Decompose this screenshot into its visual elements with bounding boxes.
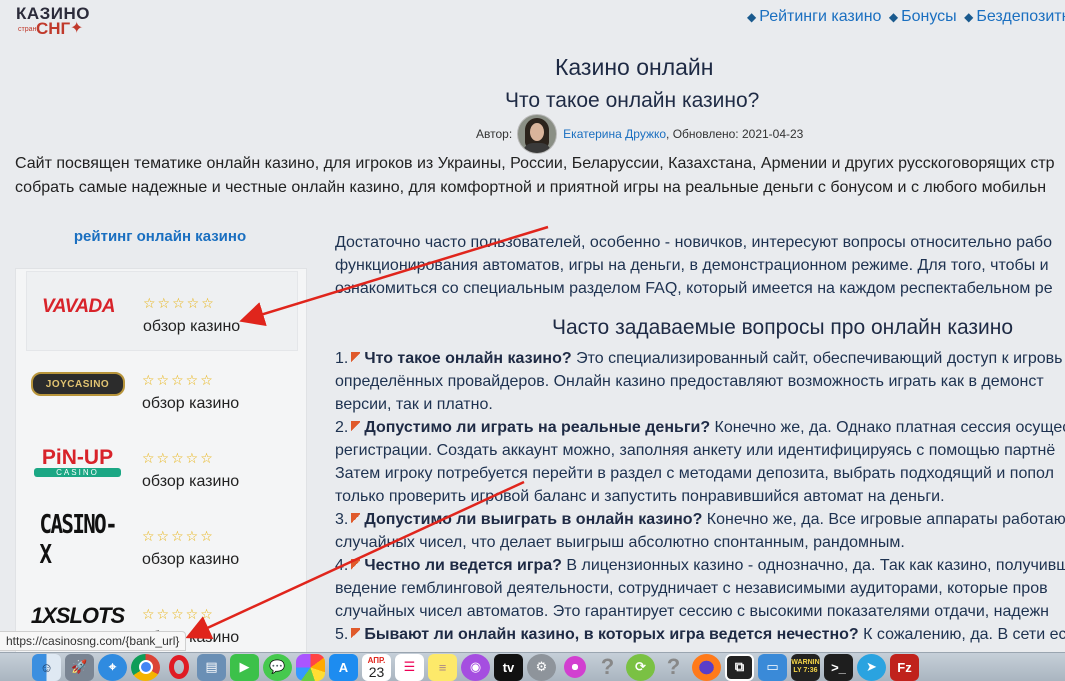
chrome-icon[interactable] xyxy=(131,653,160,681)
appletv-icon[interactable]: tv xyxy=(494,653,523,681)
site-logo[interactable]: КАЗИНО стран СНГ ✦ xyxy=(14,4,104,38)
review-link[interactable]: обзор казино xyxy=(143,318,240,336)
rating-stars: ☆☆☆☆☆ xyxy=(142,372,215,388)
logo-text-bottom: СНГ xyxy=(36,19,71,38)
appstore-icon[interactable]: A xyxy=(329,653,358,681)
notes-icon[interactable]: ≡ xyxy=(428,653,457,681)
calendar-day: 23 xyxy=(368,663,385,680)
author-line: Автор: Екатерина Дружко , Обновлено: 202… xyxy=(476,114,803,154)
unknown-app-icon[interactable] xyxy=(560,654,589,681)
logo-text-small: стран xyxy=(18,26,37,33)
rating-stars: ☆☆☆☆☆ xyxy=(142,450,215,466)
faq-item: 4. Честно ли ведется игра? В лицензионных… xyxy=(335,554,1065,623)
intro-text: Сайт посвящен тематике онлайн казино, дл… xyxy=(15,152,1065,200)
safari-icon[interactable]: ⌖ xyxy=(98,653,127,681)
preview-icon[interactable]: ▤ xyxy=(197,653,226,681)
filezilla-icon[interactable]: Fz xyxy=(890,653,919,681)
cleaner-icon[interactable]: ⟳ xyxy=(626,653,655,681)
faq-answer: К сожалению, да. В сети есть р xyxy=(863,626,1065,643)
link-status-bar: https://casinosng.com/{bank_url} xyxy=(0,631,187,651)
frame-icon[interactable]: ⧉ xyxy=(725,653,754,681)
rating-stars: ☆☆☆☆☆ xyxy=(142,606,215,622)
faq-item: 1. Что такое онлайн казино? Это специализ… xyxy=(335,350,1063,413)
review-link[interactable]: обзор казино xyxy=(142,551,239,569)
author-name-link[interactable]: Екатерина Дружко xyxy=(563,127,666,141)
flag-icon xyxy=(351,628,361,640)
flag-icon xyxy=(351,513,361,525)
finder-window-icon[interactable]: ▭ xyxy=(758,653,787,681)
author-avatar[interactable] xyxy=(517,114,558,154)
faq-item: 3. Допустимо ли выиграть в онлайн казино?… xyxy=(335,508,1065,554)
calendar-icon[interactable]: АПР. 23 xyxy=(362,653,391,681)
nav-link-bonuses[interactable]: Бонусы xyxy=(901,8,957,25)
faq-question: Допустимо ли выиграть в онлайн казино? xyxy=(364,511,703,528)
updated-date: , Обновлено: 2021-04-23 xyxy=(666,127,804,141)
sidebar-title[interactable]: рейтинг онлайн казино xyxy=(15,228,305,245)
casino-item[interactable]: CASINO-X ☆☆☆☆☆ обзор казино xyxy=(26,505,296,583)
content-line: функционирования автоматов, игры на день… xyxy=(335,257,1049,274)
question-icon[interactable]: ? xyxy=(593,654,622,681)
messages-icon[interactable]: 💬 xyxy=(263,653,292,681)
faq-question: Честно ли ведется игра? xyxy=(364,557,562,574)
faq-list: 1. Что такое онлайн казино? Это специализ… xyxy=(335,347,1065,646)
intro-line: Сайт посвящен тематике онлайн казино, дл… xyxy=(15,155,1055,172)
faq-answer: В лицензионных казино - однозначно, да. … xyxy=(561,557,1065,574)
content-line: ознакомиться со специальным разделом FAQ… xyxy=(335,280,1053,297)
faq-question: Что такое онлайн казино? xyxy=(364,350,572,367)
author-label: Автор: xyxy=(476,127,513,141)
telegram-icon[interactable]: ➤ xyxy=(857,653,886,681)
content-line: Достаточно часто пользователей, особенно… xyxy=(335,234,1052,251)
faq-question: Бывают ли онлайн казино, в которых игра … xyxy=(364,626,859,643)
system-preferences-icon[interactable]: ⚙ xyxy=(527,653,556,681)
vavada-logo[interactable]: VAVADA xyxy=(31,290,126,324)
casino-item[interactable]: PiN-UP CASINO ☆☆☆☆☆ обзор казино xyxy=(26,427,296,505)
diamond-icon: ◆ xyxy=(888,10,899,24)
nav-link-nodeposit[interactable]: Бездепозитн xyxy=(976,8,1065,25)
reminders-icon[interactable]: ☰ xyxy=(395,653,424,681)
rating-stars: ☆☆☆☆☆ xyxy=(143,295,216,311)
flag-icon xyxy=(351,352,361,364)
finder-icon[interactable]: ☺ xyxy=(32,653,61,681)
question-icon[interactable]: ? xyxy=(659,654,688,681)
faq-answer: Конечно же, да. Однако платная сессия ос… xyxy=(710,419,1065,436)
diamond-icon: ◆ xyxy=(964,10,974,24)
faq-item: 5. Бывают ли онлайн казино, в которых игр… xyxy=(335,623,1065,646)
rating-stars: ☆☆☆☆☆ xyxy=(142,528,215,544)
1xslots-logo[interactable]: 1XSLOTS xyxy=(30,599,125,633)
flag-icon xyxy=(351,559,361,571)
review-link[interactable]: обзор казино xyxy=(142,395,239,413)
terminal-icon[interactable]: >_ xyxy=(824,653,853,681)
nav-link-ratings[interactable]: Рейтинги казино xyxy=(759,8,881,25)
faq-question: Допустимо ли играть на реальные деньги? xyxy=(364,419,711,436)
facetime-icon[interactable]: ▶ xyxy=(230,653,259,681)
warning-time: LY 7:36 xyxy=(793,667,818,674)
page-subtitle: Что такое онлайн казино? xyxy=(505,89,760,112)
warning-text: WARNIN xyxy=(791,659,820,666)
top-navigation: ◆ Рейтинги казино ◆ Бонусы ◆ Бездепозитн xyxy=(744,8,1065,26)
pinup-logo[interactable]: PiN-UP CASINO xyxy=(30,443,125,481)
launchpad-icon[interactable]: 🚀 xyxy=(65,653,94,681)
faq-title: Часто задаваемые вопросы про онлайн кази… xyxy=(552,316,1014,339)
flag-icon xyxy=(351,421,361,433)
page-title: Казино онлайн xyxy=(555,54,714,80)
joycasino-logo[interactable]: JOYCASINO xyxy=(30,367,125,401)
logo-star-icon: ✦ xyxy=(70,20,84,37)
podcasts-icon[interactable]: ◉ xyxy=(461,653,490,681)
macos-dock: ☺ 🚀 ⌖ ▤ ▶ 💬 A АПР. 23 ☰ ≡ ◉ tv ⚙ ? ⟳ ? ⧉… xyxy=(0,652,1065,681)
casino-rating-sidebar: VAVADA ☆☆☆☆☆ обзор казино JOYCASINO ☆☆☆☆… xyxy=(15,268,307,660)
photos-icon[interactable] xyxy=(296,653,325,681)
content-paragraph: Достаточно часто пользователей, особенно… xyxy=(335,231,1065,300)
casino-item[interactable]: JOYCASINO ☆☆☆☆☆ обзор казино xyxy=(26,349,296,427)
diamond-icon: ◆ xyxy=(747,10,757,24)
casinox-logo[interactable]: CASINO-X xyxy=(30,510,125,570)
casino-item[interactable]: VAVADA ☆☆☆☆☆ обзор казино xyxy=(26,271,298,351)
opera-icon[interactable] xyxy=(164,654,193,681)
console-warning-icon[interactable]: WARNIN LY 7:36 xyxy=(791,653,820,681)
review-link[interactable]: обзор казино xyxy=(142,473,239,491)
faq-answer: Конечно же, да. Все игровые аппараты раб… xyxy=(702,511,1065,528)
firefox-icon[interactable] xyxy=(692,653,721,681)
intro-line: собрать самые надежные и честные онлайн … xyxy=(15,179,1047,196)
faq-answer: Это специализированный сайт, обеспечиваю… xyxy=(571,350,1063,367)
faq-item: 2. Допустимо ли играть на реальные деньги… xyxy=(335,416,1065,508)
